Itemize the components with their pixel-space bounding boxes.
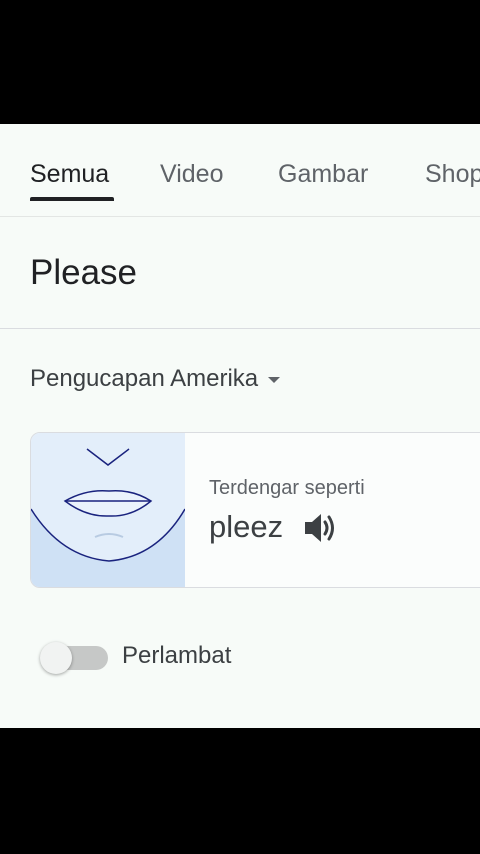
volume-icon[interactable] (301, 509, 339, 547)
tab-video[interactable]: Video (160, 158, 224, 190)
tab-shop[interactable]: Shop (425, 158, 480, 190)
tab-images[interactable]: Gambar (278, 158, 368, 190)
sounds-like-label: Terdengar seperti (209, 477, 365, 499)
pronunciation-card: Terdengar seperti pleez (30, 432, 480, 588)
word-title: Please (30, 253, 138, 292)
dialect-selector[interactable]: Pengucapan Amerika (30, 364, 281, 394)
dialect-label: Pengucapan Amerika (30, 365, 259, 392)
screen: Semua Video Gambar Shop Please Pengucapa… (0, 124, 480, 728)
search-tabs: Semua Video Gambar Shop (0, 124, 480, 217)
slow-toggle[interactable] (40, 642, 108, 674)
active-tab-indicator (30, 197, 114, 201)
dropdown-caret-icon (268, 376, 281, 383)
toggle-knob (40, 642, 72, 674)
slow-toggle-label: Perlambat (122, 642, 232, 669)
phonetic-spelling: pleez (209, 509, 284, 544)
mouth-illustration (31, 433, 185, 587)
divider (0, 328, 480, 329)
tab-all[interactable]: Semua (30, 158, 109, 190)
